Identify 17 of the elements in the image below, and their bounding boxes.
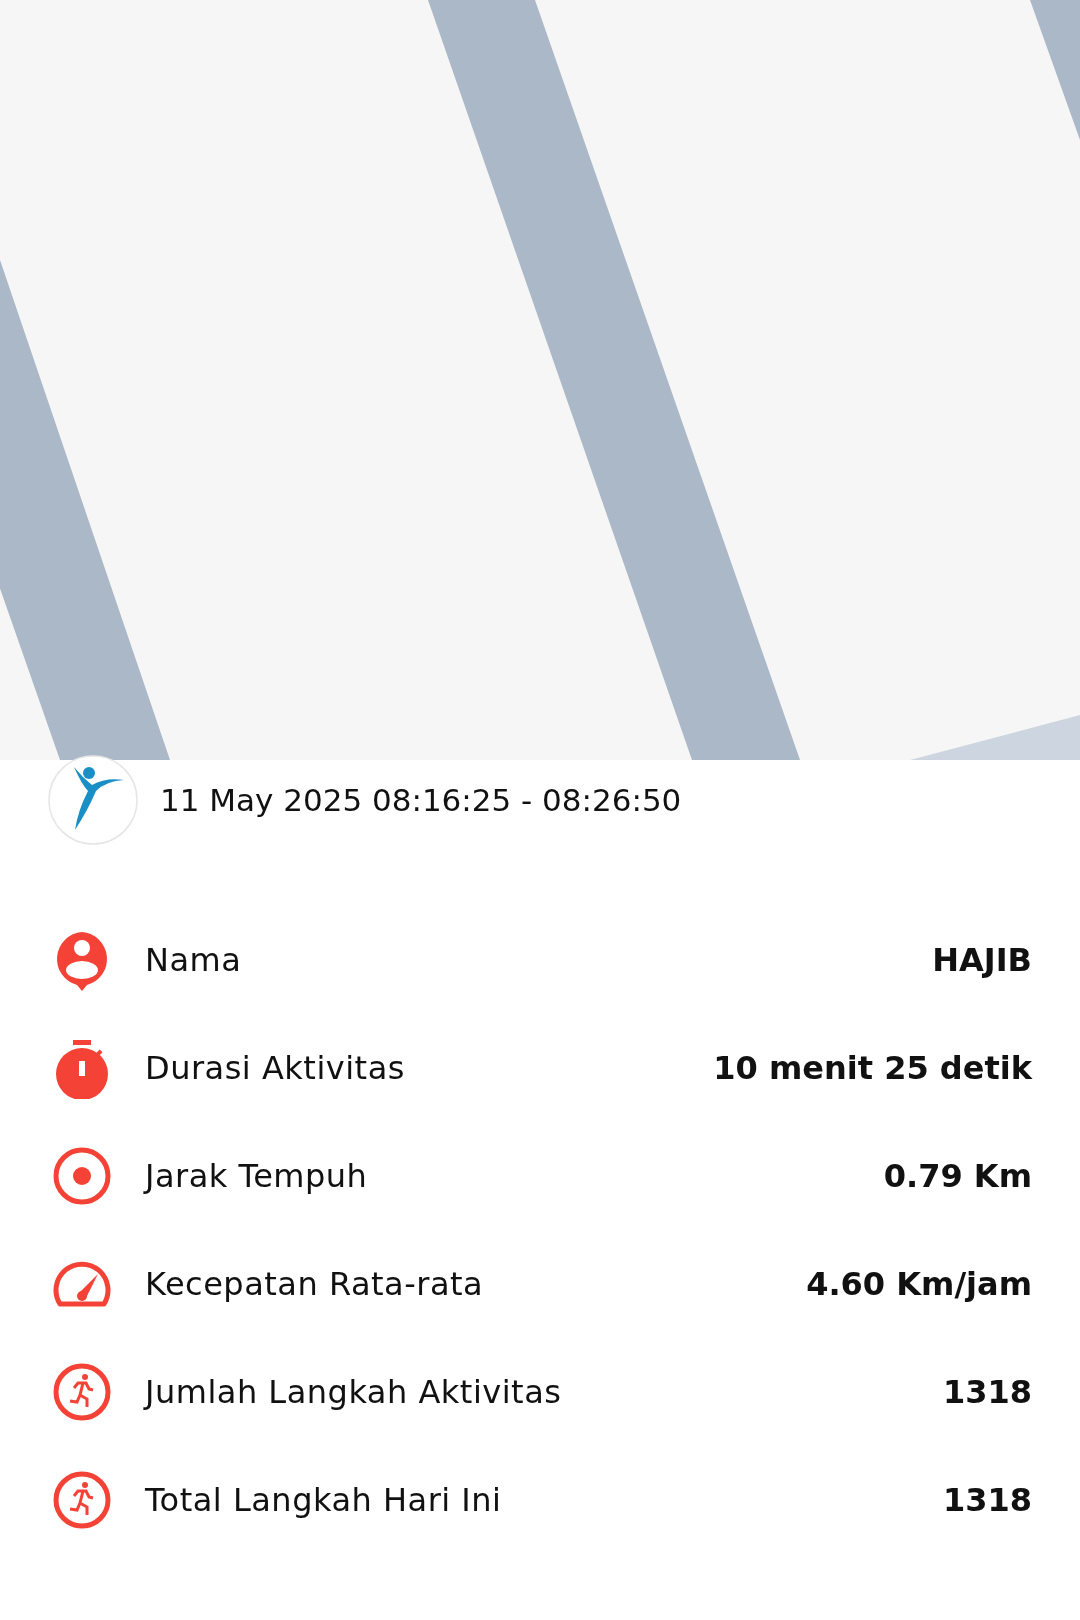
stat-value: 1318: [942, 1373, 1032, 1411]
stat-label: Kecepatan Rata-rata: [145, 1265, 485, 1303]
stat-label: Jarak Tempuh: [145, 1157, 369, 1195]
stat-value: 1318: [942, 1481, 1032, 1519]
steps-icon: [52, 1469, 112, 1531]
stat-value: HAJIB: [932, 941, 1032, 979]
stat-label: Jumlah Langkah Aktivitas: [145, 1373, 563, 1411]
runner-logo-icon: [48, 755, 138, 845]
steps-icon: [52, 1361, 112, 1423]
stat-value: 4.60 Km/jam: [806, 1265, 1032, 1303]
stat-label: Durasi Aktivitas: [145, 1049, 406, 1087]
stat-label: Total Langkah Hari Ini: [145, 1481, 503, 1519]
activity-time-range: 11 May 2025 08:16:25 - 08:26:50: [160, 782, 682, 818]
target-icon: [52, 1145, 112, 1207]
stat-value: 0.79 Km: [883, 1157, 1032, 1195]
stat-label: Nama: [145, 941, 243, 979]
stat-value: 10 menit 25 detik: [713, 1049, 1032, 1087]
